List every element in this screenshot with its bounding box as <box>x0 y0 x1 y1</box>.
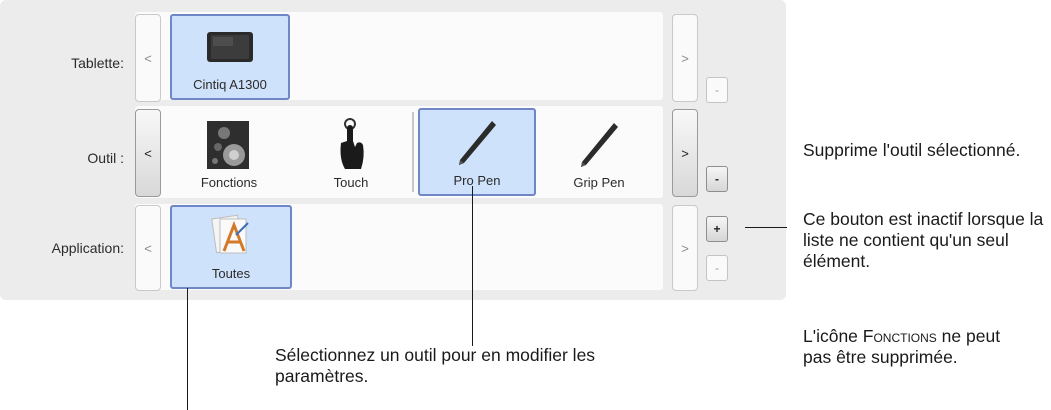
application-item-all[interactable]: Toutes <box>170 205 292 289</box>
tablet-scroll-left-button[interactable]: < <box>135 14 161 102</box>
tool-scroll-right-button[interactable]: > <box>672 109 698 197</box>
tablet-scroll-right-button[interactable]: > <box>672 14 698 102</box>
pen-icon <box>447 117 507 169</box>
application-row-label: Application: <box>51 240 124 256</box>
callout-inactive-note: Ce bouton est inactif lorsque la liste n… <box>803 209 1044 271</box>
tool-item-touch[interactable]: Touch <box>292 108 410 196</box>
callout-functions-note: L'icône Fonctions ne peut pas être suppr… <box>803 326 1001 367</box>
callout-remove-tool: Supprime l'outil sélectionné. <box>803 140 1021 160</box>
add-application-button[interactable]: + <box>706 216 728 242</box>
functions-icon <box>199 119 259 171</box>
tablet-properties-panel: Tablette: < Cintiq A1300 > - Outil : < F… <box>0 0 786 300</box>
tool-item-label: Grip Pen <box>573 175 625 190</box>
tool-item-grip-pen[interactable]: Grip Pen <box>540 108 658 196</box>
tablet-item-cintiq[interactable]: Cintiq A1300 <box>170 14 290 100</box>
tablet-item-label: Cintiq A1300 <box>193 77 267 92</box>
callout-line-application <box>187 288 188 410</box>
callout-select-tool: Sélectionnez un outil pour en modifier l… <box>275 345 596 386</box>
tool-scroll-left-button[interactable]: < <box>135 109 161 197</box>
pen-icon <box>569 119 629 171</box>
application-scroll-left-button[interactable]: < <box>135 205 161 291</box>
tool-item-label: Fonctions <box>200 175 258 190</box>
tool-item-label: Touch <box>333 175 369 190</box>
application-item-label: Toutes <box>211 266 251 281</box>
tablet-row-label: Tablette: <box>71 55 124 71</box>
tool-row-label: Outil : <box>87 150 124 166</box>
tablet-icon <box>200 21 260 73</box>
tool-item-pro-pen[interactable]: Pro Pen <box>418 108 536 196</box>
remove-tool-button[interactable]: - <box>706 166 728 192</box>
remove-application-button[interactable]: - <box>706 255 728 281</box>
remove-tablet-button[interactable]: - <box>706 77 728 103</box>
callout-line-pro-pen <box>472 186 473 346</box>
all-apps-icon <box>201 210 261 262</box>
tool-list-separator <box>412 112 414 192</box>
tool-item-functions[interactable]: Fonctions <box>170 108 288 196</box>
tool-item-label: Pro Pen <box>453 173 501 188</box>
touch-hand-icon <box>321 118 381 171</box>
callout-line-add-button <box>745 227 787 228</box>
application-scroll-right-button[interactable]: > <box>672 205 698 291</box>
